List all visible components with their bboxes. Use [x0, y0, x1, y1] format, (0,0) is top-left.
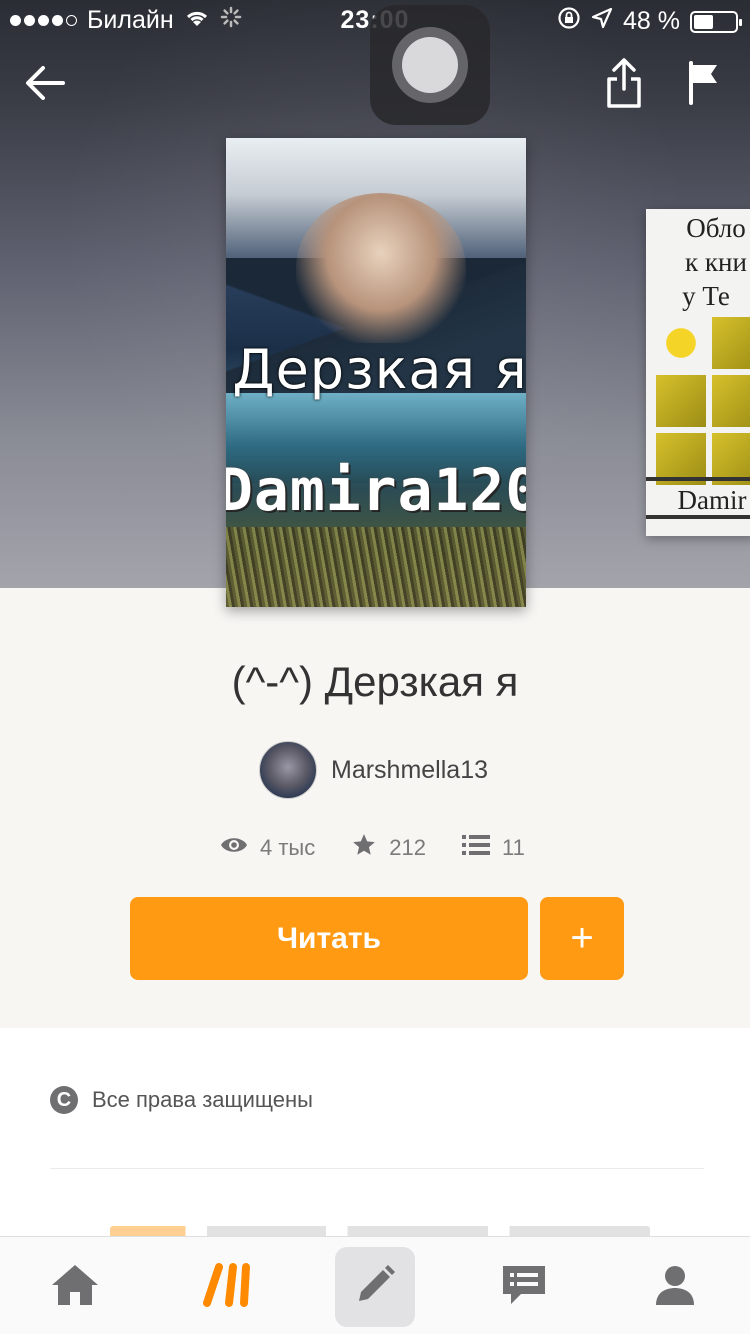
next-book-cover[interactable]: Обло к кни у Те Damir — [646, 209, 750, 536]
plus-icon: + — [570, 916, 594, 960]
views-count: 4 тыс — [260, 835, 316, 860]
divider — [50, 1168, 704, 1169]
copyright-icon: C — [50, 1086, 78, 1114]
next-cover-line: к кни — [685, 247, 747, 277]
battery-percent: 48 % — [623, 7, 680, 35]
eye-icon — [220, 835, 248, 861]
book-title: (^-^) Дерзкая я — [231, 658, 519, 705]
list-icon — [461, 834, 490, 862]
next-cover-line: у Те — [682, 281, 730, 311]
arrow-left-icon — [23, 63, 67, 108]
star-icon — [351, 832, 377, 864]
alarm-clock-icon — [656, 317, 706, 369]
author-name[interactable]: Marshmella13 — [331, 756, 488, 785]
book-cover[interactable]: Дерзкая я Damira1203 — [226, 138, 526, 607]
next-cover-author: Damir — [677, 485, 747, 515]
cover-grass — [226, 527, 526, 607]
parts-stat: 11 — [461, 834, 525, 862]
copyright-row: C Все права защищены — [50, 1086, 313, 1114]
tab-messages[interactable] — [484, 1247, 564, 1327]
cover-author: Damira1203 — [226, 456, 526, 524]
share-button[interactable] — [594, 55, 654, 115]
wattpad-logo-icon — [201, 1262, 251, 1313]
tab-profile[interactable] — [635, 1247, 715, 1327]
rotation-lock-icon — [557, 6, 581, 37]
book-stats: 4 тыс 212 11 — [220, 832, 525, 864]
next-cover-image-grid — [656, 317, 750, 485]
status-right: 48 % — [557, 6, 742, 37]
location-icon — [591, 7, 613, 36]
tab-bar — [0, 1236, 750, 1334]
share-icon — [606, 57, 642, 114]
copyright-label: Все права защищены — [92, 1087, 313, 1112]
views-stat: 4 тыс — [220, 835, 315, 861]
cover-couple-image — [296, 193, 466, 343]
pencil-icon — [351, 1261, 399, 1314]
avatar[interactable] — [259, 741, 317, 799]
votes-stat: 212 — [351, 832, 426, 864]
author-link[interactable]: Marshmella13 — [259, 741, 488, 799]
add-to-library-button[interactable]: + — [540, 897, 624, 980]
flag-icon — [687, 60, 721, 110]
tab-write[interactable] — [335, 1247, 415, 1327]
next-cover-line: Обло — [686, 213, 746, 243]
tab-library[interactable] — [186, 1247, 266, 1327]
votes-count: 212 — [389, 835, 426, 860]
messages-icon — [499, 1262, 549, 1313]
back-button[interactable] — [15, 55, 75, 115]
cover-title: Дерзкая я — [232, 338, 526, 401]
read-button[interactable]: Читать — [130, 897, 528, 980]
tab-home[interactable] — [35, 1247, 115, 1327]
battery-icon — [690, 10, 742, 33]
assistive-touch-button[interactable] — [370, 5, 490, 125]
report-button[interactable] — [674, 55, 734, 115]
home-icon — [50, 1263, 100, 1312]
next-cover-author-band: Damir — [646, 477, 750, 519]
parts-count: 11 — [501, 835, 525, 860]
profile-icon — [653, 1263, 697, 1312]
